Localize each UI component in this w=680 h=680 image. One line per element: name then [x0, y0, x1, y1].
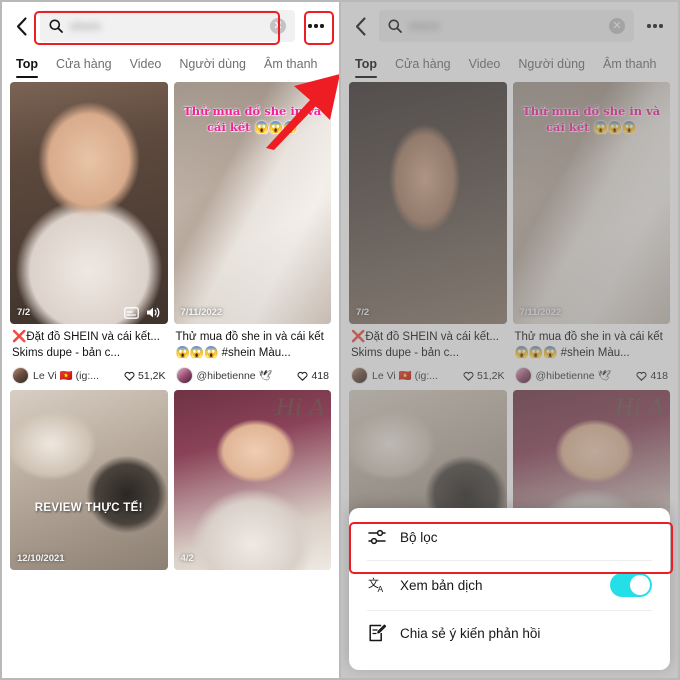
author-name[interactable]: Le Vi 🇻🇳 (ig:... — [33, 369, 120, 382]
thumbnail-overlay-text: Hi A — [275, 396, 325, 421]
more-options-button[interactable] — [301, 10, 331, 42]
dot-3 — [320, 24, 324, 28]
tab-sounds[interactable]: Âm thanh — [255, 57, 327, 78]
video-caption: Thử mua đồ she in và cái kết 😱😱😱 #shein … — [174, 324, 332, 363]
clear-search-button[interactable]: ✕ — [270, 18, 286, 34]
video-card[interactable]: Thử mua đồ she in và cái kết 😱😱😱 7/11/20… — [173, 82, 332, 384]
tab-shop[interactable]: Cửa hàng — [47, 57, 121, 78]
search-header: shein ✕ — [2, 2, 339, 46]
tab-users[interactable]: Người dùng — [170, 57, 255, 78]
thumbnail-badges — [123, 306, 161, 319]
dual-panel-screenshot: shein ✕ Top Cửa hàng Video Người dùng Âm… — [0, 0, 680, 680]
video-date: 7/2 — [17, 307, 31, 318]
right-phone-panel: shein ✕ Top Cửa hàng Video Người dùng Âm… — [340, 0, 680, 680]
back-button[interactable] — [8, 11, 34, 41]
sheet-item-label: Xem bản dịch — [400, 577, 483, 593]
toggle-knob — [630, 575, 650, 595]
search-value: shein — [70, 19, 102, 33]
video-thumbnail[interactable]: REVIEW THỰC TẾ! 12/10/2021 — [10, 390, 168, 570]
avatar[interactable] — [12, 367, 29, 384]
video-thumbnail[interactable]: Hi A 4/2 — [173, 390, 331, 570]
left-phone-panel: shein ✕ Top Cửa hàng Video Người dùng Âm… — [0, 0, 340, 680]
x-emoji: ❌ — [12, 331, 27, 343]
video-date: 7/11/2022 — [180, 307, 223, 318]
video-card[interactable]: Hi A 4/2 — [173, 390, 331, 570]
caption-text: Thử mua đồ she in và cái kết 😱😱😱 #shein … — [175, 331, 324, 359]
like-count-value: 418 — [311, 369, 329, 382]
author-name[interactable]: @hibetienne 🕊 — [197, 369, 294, 382]
heart-icon — [297, 371, 308, 381]
like-count: 51,2K — [124, 369, 166, 382]
heart-icon — [124, 371, 135, 381]
caption-text: Đặt đồ SHEIN và cái kết... Skims dupe - … — [12, 331, 160, 359]
dot-1 — [308, 24, 312, 28]
video-meta: @hibetienne 🕊 418 — [174, 363, 332, 384]
thumbnail-overlay-text: REVIEW THỰC TẾ! — [34, 502, 143, 514]
sheet-item-label: Bộ lọc — [400, 529, 438, 545]
video-card[interactable]: 7/2 ❌Đặt đồ SHEIN và cái kết... Skims du… — [10, 82, 168, 384]
sound-on-icon — [146, 307, 159, 318]
sheet-item-translate[interactable]: 文 A Xem bản dịch — [349, 560, 670, 610]
tab-top[interactable]: Top — [10, 57, 47, 79]
sheet-item-filters[interactable]: Bộ lọc — [349, 514, 670, 560]
translate-toggle[interactable] — [610, 573, 652, 597]
video-meta: Le Vi 🇻🇳 (ig:... 51,2K — [10, 363, 168, 384]
options-bottom-sheet: Bộ lọc 文 A Xem bản dịch Chia sẻ ý kiến p… — [349, 508, 670, 670]
result-tabs: Top Cửa hàng Video Người dùng Âm thanh — [2, 46, 339, 79]
tab-video[interactable]: Video — [121, 57, 171, 78]
video-thumbnail[interactable]: Thử mua đồ she in và cái kết 😱😱😱 7/11/20… — [173, 82, 331, 324]
video-caption: ❌Đặt đồ SHEIN và cái kết... Skims dupe -… — [10, 324, 168, 363]
sheet-item-feedback[interactable]: Chia sẻ ý kiến phản hồi — [349, 610, 670, 656]
video-date: 4/2 — [180, 553, 194, 564]
avatar[interactable] — [175, 367, 193, 384]
thumbnail-image — [10, 390, 168, 570]
search-icon — [49, 19, 63, 33]
svg-text:A: A — [377, 584, 383, 594]
like-count-value: 51,2K — [138, 369, 166, 382]
sheet-item-label: Chia sẻ ý kiến phản hồi — [400, 625, 541, 641]
search-input[interactable]: shein ✕ — [40, 10, 295, 42]
thumbnail-image — [10, 82, 168, 324]
chevron-left-icon — [16, 16, 27, 36]
video-results-grid: 7/2 ❌Đặt đồ SHEIN và cái kết... Skims du… — [2, 78, 339, 570]
video-card[interactable]: REVIEW THỰC TẾ! 12/10/2021 — [10, 390, 168, 570]
search-field-wrapper: shein ✕ — [40, 10, 295, 42]
filter-sliders-icon — [367, 527, 387, 547]
video-thumbnail[interactable]: 7/2 — [10, 82, 168, 324]
thumbnail-overlay-text: Thử mua đồ she in và cái kết 😱😱😱 — [183, 104, 322, 134]
subtitles-icon — [123, 306, 139, 319]
video-date: 12/10/2021 — [17, 553, 65, 564]
like-count: 418 — [297, 370, 329, 382]
feedback-edit-icon — [367, 623, 387, 643]
dot-2 — [314, 24, 318, 28]
translate-icon: 文 A — [367, 575, 387, 595]
